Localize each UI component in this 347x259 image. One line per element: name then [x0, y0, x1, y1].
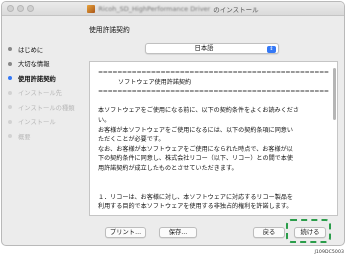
window-title-app-name: Ricoh_SD_HighPerformance Driver [98, 5, 211, 13]
license-line: 用許諾契約が成立したものとさせていただきます。 [98, 164, 238, 172]
license-clause-line: １．リコーは、お客様に対し、本ソフトウェアに対応するリコー製品を [98, 193, 293, 201]
pane-title: 使用許諾契約 [89, 26, 130, 34]
step-install: インストール [8, 115, 84, 130]
license-clause-line: 利用する目的で本ソフトウェアを使用する非独占的権利を許諾します。 [98, 203, 293, 211]
step-label: 大切な情報 [18, 61, 50, 69]
license-line: なお、お客様が本ソフトウェアをご使用になられた時点で、お客様が以 [98, 145, 293, 153]
license-line: ただくことが必要です。 [98, 136, 165, 144]
installer-steps-sidebar: はじめに 大切な情報 使用許諾契約 インストール先 インストールの種類 インスト… [8, 42, 84, 144]
license-line: 下の契約条件に同意し、株式会社リコー（以下、リコー）との間で本使 [98, 155, 293, 163]
step-bullet-icon [8, 90, 12, 95]
step-label: インストール先 [18, 90, 62, 98]
save-button[interactable]: 保存... [159, 227, 197, 238]
step-bullet-icon [8, 105, 12, 110]
license-separator: ========================================… [98, 88, 329, 96]
step-license-agreement: 使用許諾契約 [8, 71, 84, 86]
step-label: 概要 [18, 133, 31, 141]
step-install-type: インストールの種類 [8, 100, 84, 115]
license-line: 本ソフトウェアをご使用になる前に、以下の契約条件をよくお読みくださ [98, 107, 299, 115]
step-destination: インストール先 [8, 86, 84, 101]
language-select[interactable]: 日本語 ⇕ [145, 43, 279, 54]
installer-window: Ricoh_SD_HighPerformance Driver のインストール … [1, 1, 345, 246]
step-introduction: はじめに [8, 42, 84, 57]
step-bullet-icon [8, 119, 12, 124]
language-select-value: 日本語 [194, 45, 214, 52]
license-separator: ========================================… [98, 69, 329, 76]
chevron-updown-icon: ⇕ [267, 45, 276, 53]
step-label: インストール [18, 119, 56, 127]
title-bar: Ricoh_SD_HighPerformance Driver のインストール [2, 2, 344, 16]
step-bullet-icon [8, 134, 12, 139]
step-label: 使用許諾契約 [18, 75, 56, 83]
window-title-suffix: のインストール [213, 6, 259, 14]
back-button[interactable]: 戻る [253, 227, 285, 238]
license-line: い。 [98, 116, 111, 124]
continue-highlight-frame [286, 219, 331, 243]
print-button[interactable]: プリント... [105, 227, 146, 238]
step-bullet-icon [8, 47, 12, 52]
license-scrollbar[interactable] [333, 68, 336, 120]
figure-id: J109DC5003 [314, 250, 344, 255]
step-bullet-icon [8, 76, 12, 81]
step-label: インストールの種類 [18, 104, 75, 112]
step-bullet-icon [8, 61, 12, 66]
package-icon [87, 5, 96, 13]
step-summary: 概要 [8, 129, 84, 144]
license-line: お客様が本ソフトウェアをご使用になるには、以下の契約条項に同意い [98, 126, 293, 134]
window-title: Ricoh_SD_HighPerformance Driver のインストール [2, 4, 344, 14]
step-label: はじめに [18, 46, 44, 54]
step-important-info: 大切な情報 [8, 57, 84, 72]
license-text-area[interactable]: ========================================… [89, 61, 338, 216]
license-heading: ソフトウェア使用許諾契約 [118, 78, 192, 86]
